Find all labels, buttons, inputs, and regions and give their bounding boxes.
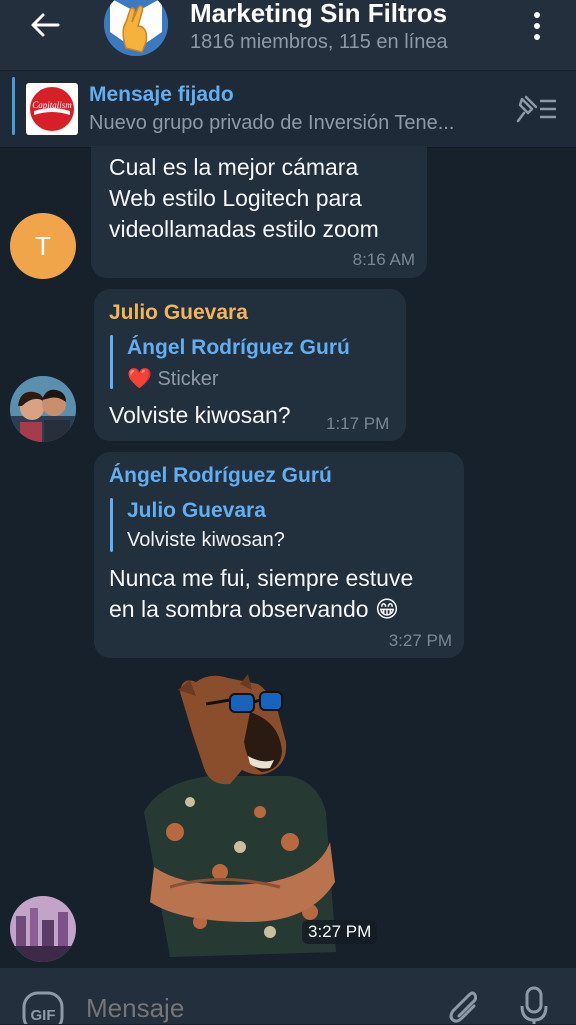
message-bubble[interactable]: Ángel Rodríguez Gurú Julio Guevara Volvi… [94, 452, 464, 658]
chat-header: Marketing Sin Filtros 1816 miembros, 115… [0, 0, 576, 70]
message-line: Cual es la mejor cámara [109, 154, 359, 180]
horse-mask-sticker [144, 674, 336, 957]
grinning-emoji: 😁 [374, 596, 399, 622]
sticker-message[interactable]: 3:27 PM [130, 672, 390, 962]
sticker-time: 3:27 PM [302, 920, 378, 944]
message-bubble[interactable]: Julio Guevara Ángel Rodríguez Gurú ❤️ St… [94, 289, 406, 441]
sender-name[interactable]: Ángel Rodríguez Gurú [109, 464, 332, 488]
heart-emoji: ❤️ [127, 368, 152, 390]
microphone-icon[interactable] [518, 986, 550, 1024]
pinned-list-icon[interactable] [512, 93, 558, 125]
avatar[interactable]: T [10, 213, 76, 279]
attach-icon[interactable] [443, 987, 477, 1024]
pinned-title: Mensaje fijado [89, 83, 234, 106]
avatar-photo[interactable] [10, 376, 76, 442]
capitalism-logo-icon: Capitalism [30, 87, 74, 131]
chat-title[interactable]: Marketing Sin Filtros [190, 0, 447, 29]
message-line: Web estilo Logitech para [109, 185, 362, 211]
message-input[interactable] [84, 992, 388, 1025]
reply-sender[interactable]: Ángel Rodríguez Gurú [127, 336, 350, 360]
pinned-thumbnail: Capitalism [26, 83, 78, 135]
city-photo-icon [10, 896, 76, 962]
group-avatar[interactable] [104, 0, 168, 56]
reply-text: Sticker [157, 368, 219, 390]
svg-text:GIF: GIF [31, 1007, 56, 1024]
svg-text:Capitalism: Capitalism [32, 100, 72, 110]
member-count: 1816 miembros, 115 en línea [190, 31, 448, 53]
message-time: 3:27 PM [388, 631, 452, 650]
gif-icon[interactable]: GIF [22, 991, 64, 1024]
message-line: Nunca me fui, siempre estuve [109, 565, 414, 591]
more-options-icon[interactable] [527, 10, 547, 42]
pinned-message-bar[interactable]: Capitalism Mensaje fijado Nuevo grupo pr… [0, 71, 576, 148]
reply-sender[interactable]: Julio Guevara [127, 499, 266, 523]
message-bubble[interactable]: Cual es la mejor cámara Web estilo Logit… [91, 146, 427, 278]
couple-photo-icon [10, 376, 76, 442]
back-arrow-icon[interactable] [28, 8, 62, 42]
message-time: 8:16 AM [352, 250, 415, 269]
reply-indicator [110, 335, 113, 389]
group-logo-icon [104, 0, 168, 56]
message-text: Volviste kiwosan? [109, 402, 291, 428]
message-line: en la sombra observando [109, 596, 369, 622]
avatar-photo[interactable] [10, 896, 76, 962]
sender-name[interactable]: Julio Guevara [109, 301, 248, 325]
reply-indicator [110, 498, 113, 552]
pinned-text: Nuevo grupo privado de Inversión Tene... [89, 112, 455, 134]
message-line: videollamadas estilo zoom [109, 216, 379, 242]
message-time: 1:17 PM [326, 414, 390, 433]
reply-text: Volviste kiwosan? [127, 529, 285, 551]
avatar-initial: T [35, 230, 51, 261]
pinned-indicator [12, 77, 15, 135]
